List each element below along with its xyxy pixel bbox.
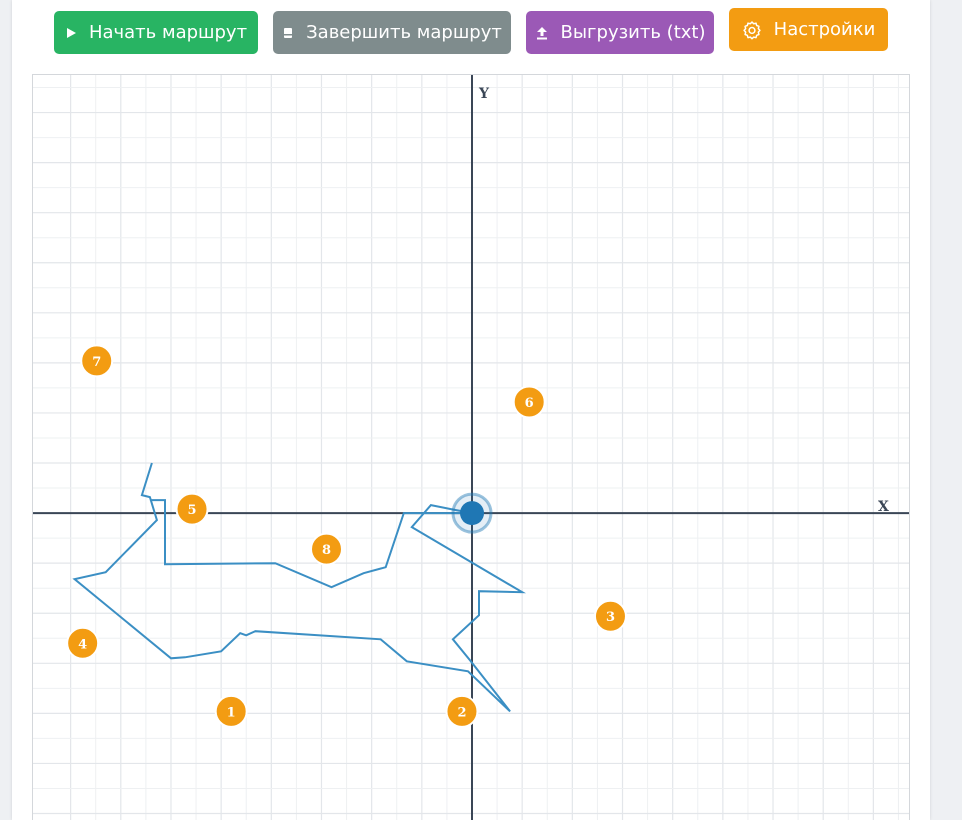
- graph-canvas[interactable]: X Y 1 2 3 4 5 6 7 8: [33, 75, 910, 820]
- export-txt-label: Выгрузить (txt): [560, 22, 706, 43]
- route-graph[interactable]: X Y 1 2 3 4 5 6 7 8: [32, 74, 910, 820]
- start-route-button[interactable]: Начать маршрут: [54, 11, 258, 54]
- waypoint-marker[interactable]: 7: [80, 344, 114, 378]
- waypoint-marker[interactable]: 1: [214, 694, 248, 728]
- finish-route-label: Завершить маршрут: [306, 22, 502, 43]
- waypoint-marker-label: 2: [457, 705, 466, 720]
- play-icon: [65, 27, 77, 39]
- settings-label: Настройки: [773, 19, 876, 40]
- waypoint-marker-label: 6: [525, 396, 534, 411]
- finish-route-button[interactable]: Завершить маршрут: [273, 11, 511, 54]
- waypoint-marker-label: 7: [92, 355, 101, 370]
- current-position-indicator: [451, 492, 493, 534]
- waypoint-marker-label: 5: [188, 503, 197, 518]
- export-txt-button[interactable]: Выгрузить (txt): [526, 11, 714, 54]
- waypoint-marker-label: 3: [606, 610, 615, 625]
- waypoint-marker[interactable]: 8: [310, 532, 344, 566]
- waypoint-marker[interactable]: 6: [512, 385, 546, 419]
- waypoint-marker[interactable]: 4: [66, 626, 100, 660]
- waypoint-marker-label: 4: [78, 637, 87, 652]
- current-position-dot: [460, 501, 484, 526]
- waypoint-marker[interactable]: 3: [593, 599, 627, 633]
- waypoint-marker[interactable]: 5: [175, 492, 209, 526]
- settings-button[interactable]: Настройки: [729, 8, 888, 51]
- gear-icon: [742, 20, 762, 40]
- waypoint-marker-label: 1: [227, 705, 236, 720]
- route-path: [72, 462, 527, 713]
- waypoint-marker[interactable]: 2: [445, 694, 479, 728]
- waypoint-marker-label: 8: [322, 543, 331, 558]
- y-axis-label: Y: [478, 86, 490, 102]
- start-route-label: Начать маршрут: [88, 22, 248, 43]
- x-axis-label: X: [878, 499, 889, 515]
- stop-icon: [282, 27, 294, 39]
- upload-icon: [535, 26, 549, 40]
